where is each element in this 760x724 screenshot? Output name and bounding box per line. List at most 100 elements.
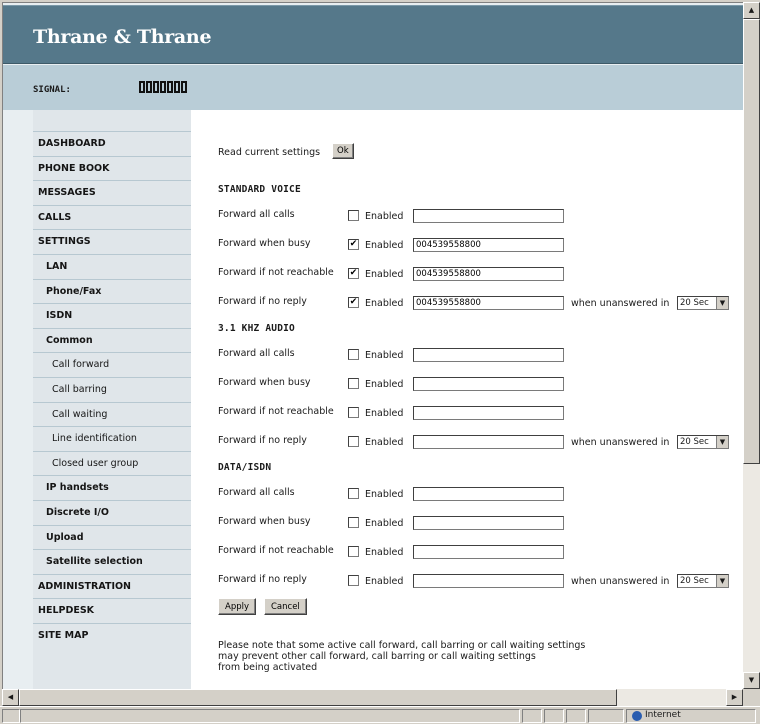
- forward-option-label: Forward all calls: [218, 348, 295, 359]
- sidebar-item-call-barring[interactable]: Call barring: [33, 376, 191, 402]
- enabled-checkbox[interactable]: [348, 210, 359, 221]
- forward-number-input[interactable]: [413, 348, 564, 362]
- forward-option-label: Forward if not reachable: [218, 406, 334, 417]
- enabled-checkbox[interactable]: ✔: [348, 239, 359, 250]
- vertical-scroll-thumb[interactable]: [743, 19, 760, 464]
- sidebar-item-line-identification[interactable]: Line identification: [33, 426, 191, 451]
- signal-bar-segment: [167, 81, 173, 93]
- reply-delay-select[interactable]: 20 Sec ▼: [677, 574, 729, 588]
- horizontal-scrollbar[interactable]: ◀ ▶: [2, 689, 743, 706]
- enabled-checkbox[interactable]: [348, 407, 359, 418]
- signal-strength-indicator: [139, 81, 187, 93]
- reply-delay-value: 20 Sec: [680, 298, 709, 308]
- sidebar-item-helpdesk[interactable]: HELPDESK: [33, 598, 191, 623]
- header-banner: Thrane & Thrane: [3, 5, 743, 64]
- forward-number-input[interactable]: [413, 435, 564, 449]
- sidebar-item-calls[interactable]: CALLS: [33, 204, 191, 230]
- signal-bar-segment: [153, 81, 159, 93]
- forward-option-label: Forward if no reply: [218, 574, 307, 585]
- chevron-down-icon[interactable]: ▼: [716, 436, 728, 448]
- chevron-down-icon[interactable]: ▼: [716, 575, 728, 587]
- enabled-label: Enabled: [365, 437, 404, 448]
- forward-option-label: Forward if not reachable: [218, 545, 334, 556]
- signal-bar-segment: [174, 81, 180, 93]
- sidebar-item-call-waiting[interactable]: Call waiting: [33, 401, 191, 427]
- sidebar-item-common[interactable]: Common: [33, 327, 191, 353]
- section-title: STANDARD VOICE: [218, 184, 301, 195]
- enabled-checkbox[interactable]: [348, 517, 359, 528]
- reply-delay-select[interactable]: 20 Sec ▼: [677, 435, 729, 449]
- forward-number-input[interactable]: [413, 545, 564, 559]
- sidebar-item-call-forward[interactable]: Call forward: [33, 352, 191, 377]
- forward-option-label: Forward all calls: [218, 209, 295, 220]
- signal-bar: SIGNAL:: [3, 65, 743, 110]
- enabled-checkbox[interactable]: [348, 575, 359, 586]
- cancel-button[interactable]: Cancel: [264, 598, 307, 615]
- sidebar-item-isdn[interactable]: ISDN: [33, 303, 191, 328]
- ok-button[interactable]: Ok: [332, 143, 354, 159]
- enabled-checkbox[interactable]: [348, 436, 359, 447]
- enabled-label: Enabled: [365, 489, 404, 500]
- sidebar-item-administration[interactable]: ADMINISTRATION: [33, 573, 191, 599]
- sidebar-item-closed-user-group[interactable]: Closed user group: [33, 450, 191, 476]
- signal-bar-segment: [146, 81, 152, 93]
- signal-bar-segment: [181, 81, 187, 93]
- forward-option-label: Forward when busy: [218, 377, 311, 388]
- apply-button[interactable]: Apply: [218, 598, 256, 615]
- forward-number-input[interactable]: [413, 406, 564, 420]
- scroll-left-arrow-icon[interactable]: ◀: [2, 689, 19, 706]
- forward-number-input[interactable]: [413, 516, 564, 530]
- sidebar-item-ip-handsets[interactable]: IP handsets: [33, 475, 191, 500]
- horizontal-scroll-thumb[interactable]: [19, 689, 617, 706]
- forward-number-input[interactable]: 004539558800: [413, 296, 564, 310]
- notice-line: may prevent other call forward, call bar…: [218, 651, 536, 662]
- sidebar-item-site-map[interactable]: SITE MAP: [33, 622, 191, 648]
- reply-delay-select[interactable]: 20 Sec ▼: [677, 296, 729, 310]
- sidebar-item-lan[interactable]: LAN: [33, 253, 191, 279]
- reply-delay-value: 20 Sec: [680, 576, 709, 586]
- scroll-down-arrow-icon[interactable]: ▼: [743, 672, 760, 689]
- section-title: 3.1 KHZ AUDIO: [218, 323, 295, 334]
- signal-bar-segment: [139, 81, 145, 93]
- sidebar-item-messages[interactable]: MESSAGES: [33, 180, 191, 205]
- globe-icon: [632, 711, 642, 721]
- sidebar-item-settings[interactable]: SETTINGS: [33, 229, 191, 254]
- enabled-checkbox[interactable]: [348, 546, 359, 557]
- forward-option-label: Forward when busy: [218, 516, 311, 527]
- scroll-up-arrow-icon[interactable]: ▲: [743, 2, 760, 19]
- notice-line: Please note that some active call forwar…: [218, 640, 586, 651]
- forward-number-input[interactable]: 004539558800: [413, 238, 564, 252]
- call-forward-form: Read current settings Ok Apply Cancel Pl…: [191, 110, 743, 689]
- forward-option-label: Forward if no reply: [218, 296, 307, 307]
- sidebar-item-dashboard[interactable]: DASHBOARD: [33, 131, 191, 156]
- sidebar-item-discrete-i-o[interactable]: Discrete I/O: [33, 499, 191, 525]
- scroll-right-arrow-icon[interactable]: ▶: [726, 689, 743, 706]
- sidebar-item-satellite-selection[interactable]: Satellite selection: [33, 549, 191, 574]
- sidebar-nav: DASHBOARD PHONE BOOK MESSAGES CALLS SETTINGS…: [33, 110, 191, 689]
- forward-number-input[interactable]: [413, 209, 564, 223]
- enabled-label: Enabled: [365, 547, 404, 558]
- sidebar-item-phone-book[interactable]: PHONE BOOK: [33, 155, 191, 181]
- enabled-label: Enabled: [365, 240, 404, 251]
- forward-number-input[interactable]: [413, 377, 564, 391]
- forward-number-input[interactable]: [413, 487, 564, 501]
- section-title: DATA/ISDN: [218, 462, 272, 473]
- vertical-scrollbar[interactable]: ▲ ▼: [743, 2, 760, 689]
- forward-number-input[interactable]: [413, 574, 564, 588]
- chevron-down-icon[interactable]: ▼: [716, 297, 728, 309]
- enabled-checkbox[interactable]: [348, 378, 359, 389]
- status-cell: [544, 709, 564, 723]
- sidebar-item-upload[interactable]: Upload: [33, 524, 191, 550]
- sidebar-item-phone-fax[interactable]: Phone/Fax: [33, 278, 191, 304]
- enabled-checkbox[interactable]: ✔: [348, 297, 359, 308]
- status-bar: Internet: [0, 706, 760, 724]
- enabled-checkbox[interactable]: [348, 488, 359, 499]
- enabled-label: Enabled: [365, 269, 404, 280]
- enabled-checkbox[interactable]: [348, 349, 359, 360]
- enabled-label: Enabled: [365, 379, 404, 390]
- enabled-checkbox[interactable]: ✔: [348, 268, 359, 279]
- forward-option-label: Forward when busy: [218, 238, 311, 249]
- forward-number-input[interactable]: 004539558800: [413, 267, 564, 281]
- forward-option-label: Forward all calls: [218, 487, 295, 498]
- status-cell: [588, 709, 624, 723]
